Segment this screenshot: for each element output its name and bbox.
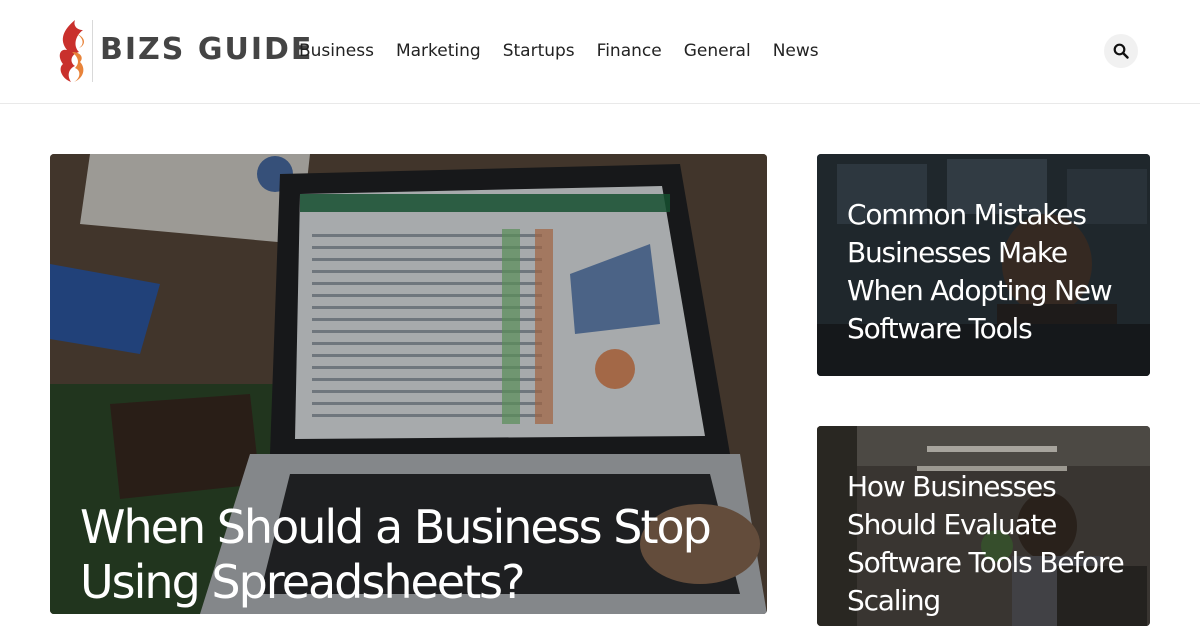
side-post-title[interactable]: Common Mistakes Businesses Make When Ado… (847, 196, 1147, 348)
nav-marketing[interactable]: Marketing (396, 39, 481, 63)
nav-news[interactable]: News (773, 39, 819, 63)
nav-general[interactable]: General (684, 39, 751, 63)
side-post-title[interactable]: How Businesses Should Evaluate Software … (847, 468, 1147, 620)
side-post-card[interactable]: Common Mistakes Businesses Make When Ado… (817, 154, 1150, 376)
featured-post-card[interactable]: When Should a Business Stop Using Spread… (50, 154, 767, 614)
main-nav: Business Marketing Startups Finance Gene… (299, 39, 841, 63)
search-icon (1113, 43, 1129, 59)
site-header: BIZS GUIDE Business Marketing Startups F… (0, 0, 1200, 104)
side-post-card[interactable]: How Businesses Should Evaluate Software … (817, 426, 1150, 626)
site-logo[interactable]: BIZS GUIDE (55, 18, 311, 84)
nav-startups[interactable]: Startups (503, 39, 575, 63)
nav-finance[interactable]: Finance (597, 39, 662, 63)
logo-text: BIZS GUIDE (100, 32, 314, 67)
featured-post-title[interactable]: When Should a Business Stop Using Spread… (80, 500, 740, 610)
nav-business[interactable]: Business (299, 39, 374, 63)
logo-divider (92, 20, 93, 82)
search-button[interactable] (1104, 34, 1138, 68)
flame-logo-icon (59, 20, 84, 82)
